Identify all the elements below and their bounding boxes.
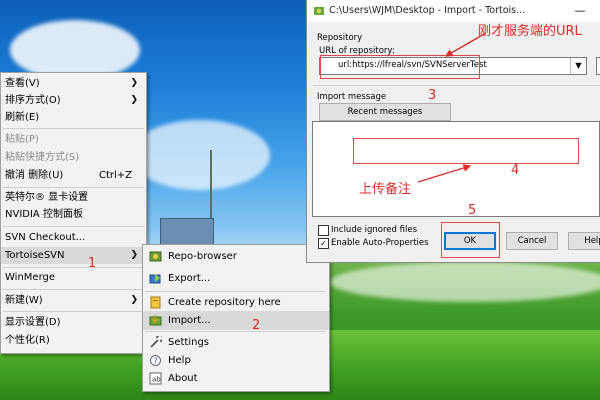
menu-item-new[interactable]: 新建(W) ❯ bbox=[1, 292, 146, 309]
menu-separator bbox=[3, 187, 144, 188]
menu-separator bbox=[3, 311, 144, 312]
annotation-message-note: 上传备注 bbox=[359, 182, 412, 197]
menu-item-refresh[interactable]: 刷新(E) bbox=[1, 109, 146, 126]
submenu-item-repo-browser[interactable]: Repo-browser bbox=[143, 247, 329, 266]
tortoisesvn-submenu: Repo-browser Export... Create repository… bbox=[142, 244, 330, 392]
about-icon: ab bbox=[149, 372, 162, 385]
menu-separator bbox=[3, 226, 144, 227]
repo-browser-icon bbox=[149, 251, 162, 262]
annotation-marker bbox=[141, 246, 143, 262]
cloud bbox=[330, 262, 600, 302]
annotation-ok-highlight bbox=[441, 222, 500, 258]
annotation-number-3: 3 bbox=[428, 88, 437, 103]
group-divider bbox=[313, 85, 600, 86]
browse-button[interactable] bbox=[596, 57, 600, 75]
submenu-item-settings[interactable]: Settings bbox=[143, 333, 329, 352]
import-icon bbox=[149, 315, 162, 326]
chevron-down-icon[interactable]: ▼ bbox=[570, 58, 586, 74]
menu-item-intel-graphics[interactable]: 英特尔® 显卡设置 bbox=[1, 189, 146, 206]
annotation-url-highlight bbox=[320, 55, 480, 79]
annotation-number-2: 2 bbox=[252, 318, 261, 333]
tortoisesvn-app-icon bbox=[314, 7, 324, 15]
cloud bbox=[130, 120, 270, 190]
menu-separator bbox=[3, 267, 144, 268]
submenu-item-import[interactable]: Import... bbox=[143, 311, 329, 330]
menu-item-display-settings[interactable]: 显示设置(D) bbox=[1, 314, 146, 331]
menu-separator bbox=[3, 128, 144, 129]
annotation-url-note: 刚才服务端的URL bbox=[478, 24, 582, 39]
import-message-textarea[interactable] bbox=[312, 121, 600, 217]
annotation-number-4: 4 bbox=[511, 163, 520, 178]
chevron-right-icon: ❯ bbox=[130, 95, 138, 105]
annotation-message-highlight bbox=[353, 138, 579, 164]
menu-item-sort-by[interactable]: 排序方式(O) ❯ bbox=[1, 92, 146, 109]
menu-separator bbox=[145, 331, 325, 332]
menu-item-svn-checkout[interactable]: SVN Checkout... bbox=[1, 229, 146, 246]
svg-text:ab: ab bbox=[152, 376, 161, 384]
submenu-item-export[interactable]: Export... bbox=[143, 269, 329, 288]
menu-separator bbox=[3, 289, 144, 290]
settings-icon bbox=[150, 336, 162, 348]
submenu-item-create-repository[interactable]: Create repository here bbox=[143, 293, 329, 312]
minimize-button[interactable]: — bbox=[573, 4, 587, 17]
help-icon: ? bbox=[150, 355, 161, 366]
chevron-right-icon: ❯ bbox=[130, 250, 138, 260]
export-icon bbox=[149, 274, 161, 284]
help-button[interactable]: Help bbox=[568, 232, 600, 250]
auto-properties-checkbox[interactable]: ✓ bbox=[318, 238, 329, 249]
desktop-context-menu: 查看(V) ❯ 排序方式(O) ❯ 刷新(E) 粘贴(P) 粘贴快捷方式(S) … bbox=[0, 72, 147, 354]
annotation-number-5: 5 bbox=[468, 203, 477, 218]
submenu-item-help[interactable]: ? Help bbox=[143, 351, 329, 370]
include-ignored-label: Include ignored files bbox=[331, 225, 417, 235]
dialog-title: C:\Users\WJM\Desktop - Import - Tortois.… bbox=[329, 5, 526, 16]
import-message-group-label: Import message bbox=[317, 92, 387, 102]
auto-properties-label: Enable Auto-Properties bbox=[331, 238, 429, 248]
repository-group-label: Repository bbox=[317, 33, 363, 43]
menu-item-undo-delete[interactable]: 撤消 删除(U) Ctrl+Z bbox=[1, 167, 146, 184]
chevron-right-icon: ❯ bbox=[130, 295, 138, 305]
menu-item-tortoisesvn[interactable]: TortoiseSVN ❯ bbox=[1, 247, 146, 264]
menu-item-paste: 粘贴(P) bbox=[5, 134, 39, 145]
chevron-right-icon: ❯ bbox=[130, 78, 138, 88]
recent-messages-button[interactable]: Recent messages bbox=[319, 103, 451, 121]
menu-item-personalize[interactable]: 个性化(R) bbox=[1, 332, 146, 349]
include-ignored-checkbox[interactable] bbox=[318, 225, 329, 236]
menu-item-view[interactable]: 查看(V) ❯ bbox=[1, 75, 146, 92]
svg-text:?: ? bbox=[154, 357, 158, 366]
cancel-button[interactable]: Cancel bbox=[506, 232, 558, 250]
dialog-titlebar[interactable]: C:\Users\WJM\Desktop - Import - Tortois.… bbox=[307, 0, 600, 22]
annotation-number-1: 1 bbox=[88, 256, 97, 271]
submenu-item-about[interactable]: ab About bbox=[143, 369, 329, 388]
menu-item-winmerge[interactable]: WinMerge bbox=[1, 269, 146, 286]
menu-separator bbox=[145, 291, 325, 292]
cloud bbox=[10, 20, 140, 80]
create-repository-icon bbox=[150, 296, 161, 309]
menu-item-nvidia-control-panel[interactable]: NVIDIA 控制面板 bbox=[1, 206, 146, 223]
menu-item-paste-shortcut: 粘贴快捷方式(S) bbox=[5, 152, 80, 163]
